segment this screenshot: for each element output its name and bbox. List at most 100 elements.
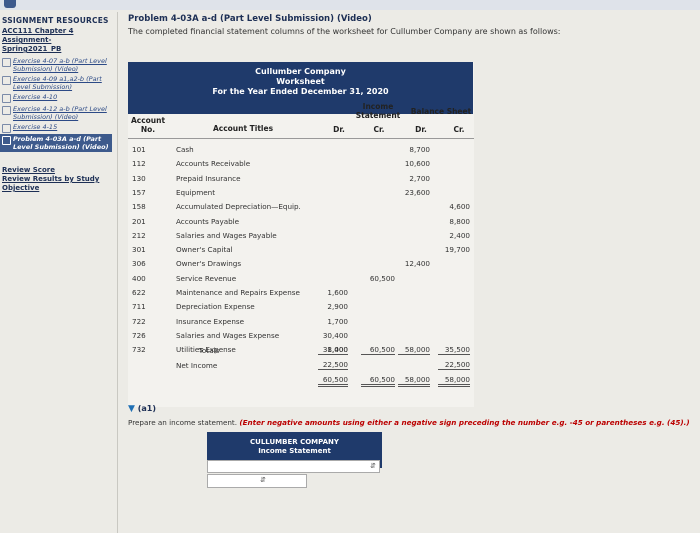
account-number: 157 — [132, 187, 146, 197]
part-instruction: Prepare an income statement. (Enter nega… — [128, 418, 694, 427]
bs-dr-header: Dr. — [415, 125, 427, 134]
final-is-cr: 60,500 — [361, 375, 395, 387]
sidebar-item-problem-4-03a[interactable]: Problem 4-03A a-d (Part Level Submission… — [0, 134, 112, 152]
balance-debit: 8,700 — [409, 145, 430, 154]
income-debit: 30,400 — [322, 330, 348, 340]
account-number: 306 — [132, 259, 146, 269]
header-divider — [128, 138, 474, 139]
sidebar-item-exercise-4-07[interactable]: Exercise 4-07 a-b (Part Level Submission… — [0, 56, 112, 74]
sidebar-item-exercise-4-09[interactable]: Exercise 4-09 a1,a2-b (Part Level Submis… — [0, 74, 112, 92]
course-link-line1[interactable]: ACC111 Chapter 4 — [0, 27, 112, 36]
part-heading[interactable]: ▼ (a1) — [128, 404, 694, 414]
account-number: 732 — [132, 345, 146, 355]
collapse-arrow-icon[interactable]: ▼ — [128, 404, 135, 414]
net-income-bs-cr: 22,500 — [438, 360, 470, 370]
balance-sheet-header: Balance Sheet — [410, 107, 472, 116]
statement-title: Income Statement — [258, 446, 331, 455]
account-number: 112 — [132, 159, 146, 169]
sidebar-item-label: Exercise 4-12 a-b (Part Level Submission… — [13, 105, 107, 121]
balance-debit: 12,400 — [404, 259, 430, 269]
account-title: Salaries and Wages Payable — [176, 230, 277, 240]
sidebar-item-label: Exercise 4-10 — [13, 93, 58, 101]
account-title: Maintenance and Repairs Expense — [176, 288, 300, 297]
account-number: 212 — [132, 230, 146, 240]
income-statement-header: Income Statement — [343, 102, 413, 120]
balance-debit: 10,600 — [404, 159, 430, 169]
balance-credit: 2,400 — [449, 230, 470, 240]
balance-debit: 2,700 — [409, 173, 430, 183]
account-number: 726 — [132, 330, 146, 340]
statement-company: CULLUMBER COMPANY — [250, 438, 339, 446]
worksheet-name: Worksheet — [276, 77, 325, 86]
income-debit: 1,700 — [327, 316, 348, 326]
account-titles-header: Account Titles — [212, 124, 274, 133]
account-title: Owner's Drawings — [176, 259, 242, 269]
is-cr-header: Cr. — [373, 125, 385, 134]
account-title: Cash — [176, 145, 194, 154]
account-number: 130 — [132, 173, 146, 183]
assignment-sidebar: SSIGNMENT RESOURCES ACC111 Chapter 4 Ass… — [0, 12, 112, 533]
menu-icon[interactable] — [4, 0, 16, 8]
balance-credit: 19,700 — [444, 245, 470, 255]
account-no-header: Account No. — [128, 116, 168, 134]
income-debit: 1,600 — [327, 288, 348, 297]
income-debit: 2,900 — [327, 302, 348, 312]
sidebar-item-exercise-4-12[interactable]: Exercise 4-12 a-b (Part Level Submission… — [0, 104, 112, 122]
totals-is-dr: 38,000 — [318, 345, 348, 355]
worksheet-period: For the Year Ended December 31, 2020 — [212, 87, 389, 96]
checkbox-icon — [2, 106, 11, 115]
select-caret-icon: ⇵ — [260, 476, 266, 484]
balance-debit: 23,600 — [404, 187, 430, 197]
part-label: (a1) — [137, 404, 156, 413]
checkbox-icon — [2, 94, 11, 103]
account-title: Prepaid Insurance — [176, 173, 241, 183]
problem-description: The completed financial statement column… — [128, 27, 561, 36]
review-score-link[interactable]: Review Score — [0, 166, 112, 175]
account-title: Accounts Payable — [176, 216, 240, 226]
course-link-line2[interactable]: Assignment- — [0, 36, 112, 45]
bs-cr-header: Cr. — [453, 125, 465, 134]
balance-credit: 8,800 — [449, 216, 470, 226]
review-results-link[interactable]: Review Results by Study Objective — [0, 175, 112, 193]
statement-line-select[interactable]: ⇵ — [207, 474, 307, 488]
checkbox-icon — [2, 58, 11, 67]
account-no-line2: No. — [140, 125, 156, 134]
sidebar-item-exercise-4-10[interactable]: Exercise 4-10 — [0, 92, 112, 104]
course-link-line3[interactable]: Spring2021_PB — [0, 45, 112, 54]
account-no-line1: Account — [130, 116, 166, 125]
exercise-list: Exercise 4-07 a-b (Part Level Submission… — [0, 56, 112, 152]
account-number: 158 — [132, 202, 146, 212]
totals-is-cr: 60,500 — [361, 345, 395, 355]
account-number: 711 — [132, 302, 146, 312]
account-number: 201 — [132, 216, 146, 226]
sidebar-item-label: Exercise 4-07 a-b (Part Level Submission… — [13, 57, 107, 73]
problem-title: Problem 4-03A a-d (Part Level Submission… — [128, 14, 372, 24]
final-is-dr: 60,500 — [318, 375, 348, 387]
account-title: Insurance Expense — [176, 316, 245, 326]
instruction-note: (Enter negative amounts using either a n… — [239, 418, 690, 427]
account-title: Accumulated Depreciation—Equip. — [176, 202, 301, 212]
account-title: Owner's Capital — [176, 245, 233, 255]
account-title: Depreciation Expense — [176, 302, 255, 312]
final-bs-dr: 58,000 — [398, 375, 430, 387]
net-income-label: Net Income — [176, 361, 218, 370]
account-number: 101 — [132, 145, 146, 154]
account-title: Accounts Receivable — [176, 159, 251, 169]
select-caret-icon: ⇵ — [370, 462, 376, 470]
sidebar-item-exercise-4-15[interactable]: Exercise 4-15 — [0, 122, 112, 134]
balance-credit: 4,600 — [449, 202, 470, 212]
checkbox-icon — [2, 76, 11, 85]
totals-bs-cr: 35,500 — [438, 345, 470, 355]
totals-bs-dr: 58,000 — [398, 345, 430, 355]
instruction-text: Prepare an income statement. — [128, 418, 238, 427]
income-credit: 60,500 — [369, 273, 395, 283]
sidebar-item-label: Exercise 4-09 a1,a2-b (Part Level Submis… — [13, 75, 102, 91]
sidebar-heading: SSIGNMENT RESOURCES — [2, 16, 109, 25]
statement-period-select[interactable]: ⇵ — [207, 460, 380, 473]
worksheet-company: Cullumber Company — [255, 67, 346, 76]
sidebar-item-label: Problem 4-03A a-d (Part Level Submission… — [13, 135, 109, 151]
account-title: Equipment — [176, 187, 216, 197]
sidebar-item-label: Exercise 4-15 — [13, 123, 58, 131]
is-dr-header: Dr. — [333, 125, 345, 134]
part-a1-section: ▼ (a1) Prepare an income statement. (Ent… — [128, 404, 694, 427]
